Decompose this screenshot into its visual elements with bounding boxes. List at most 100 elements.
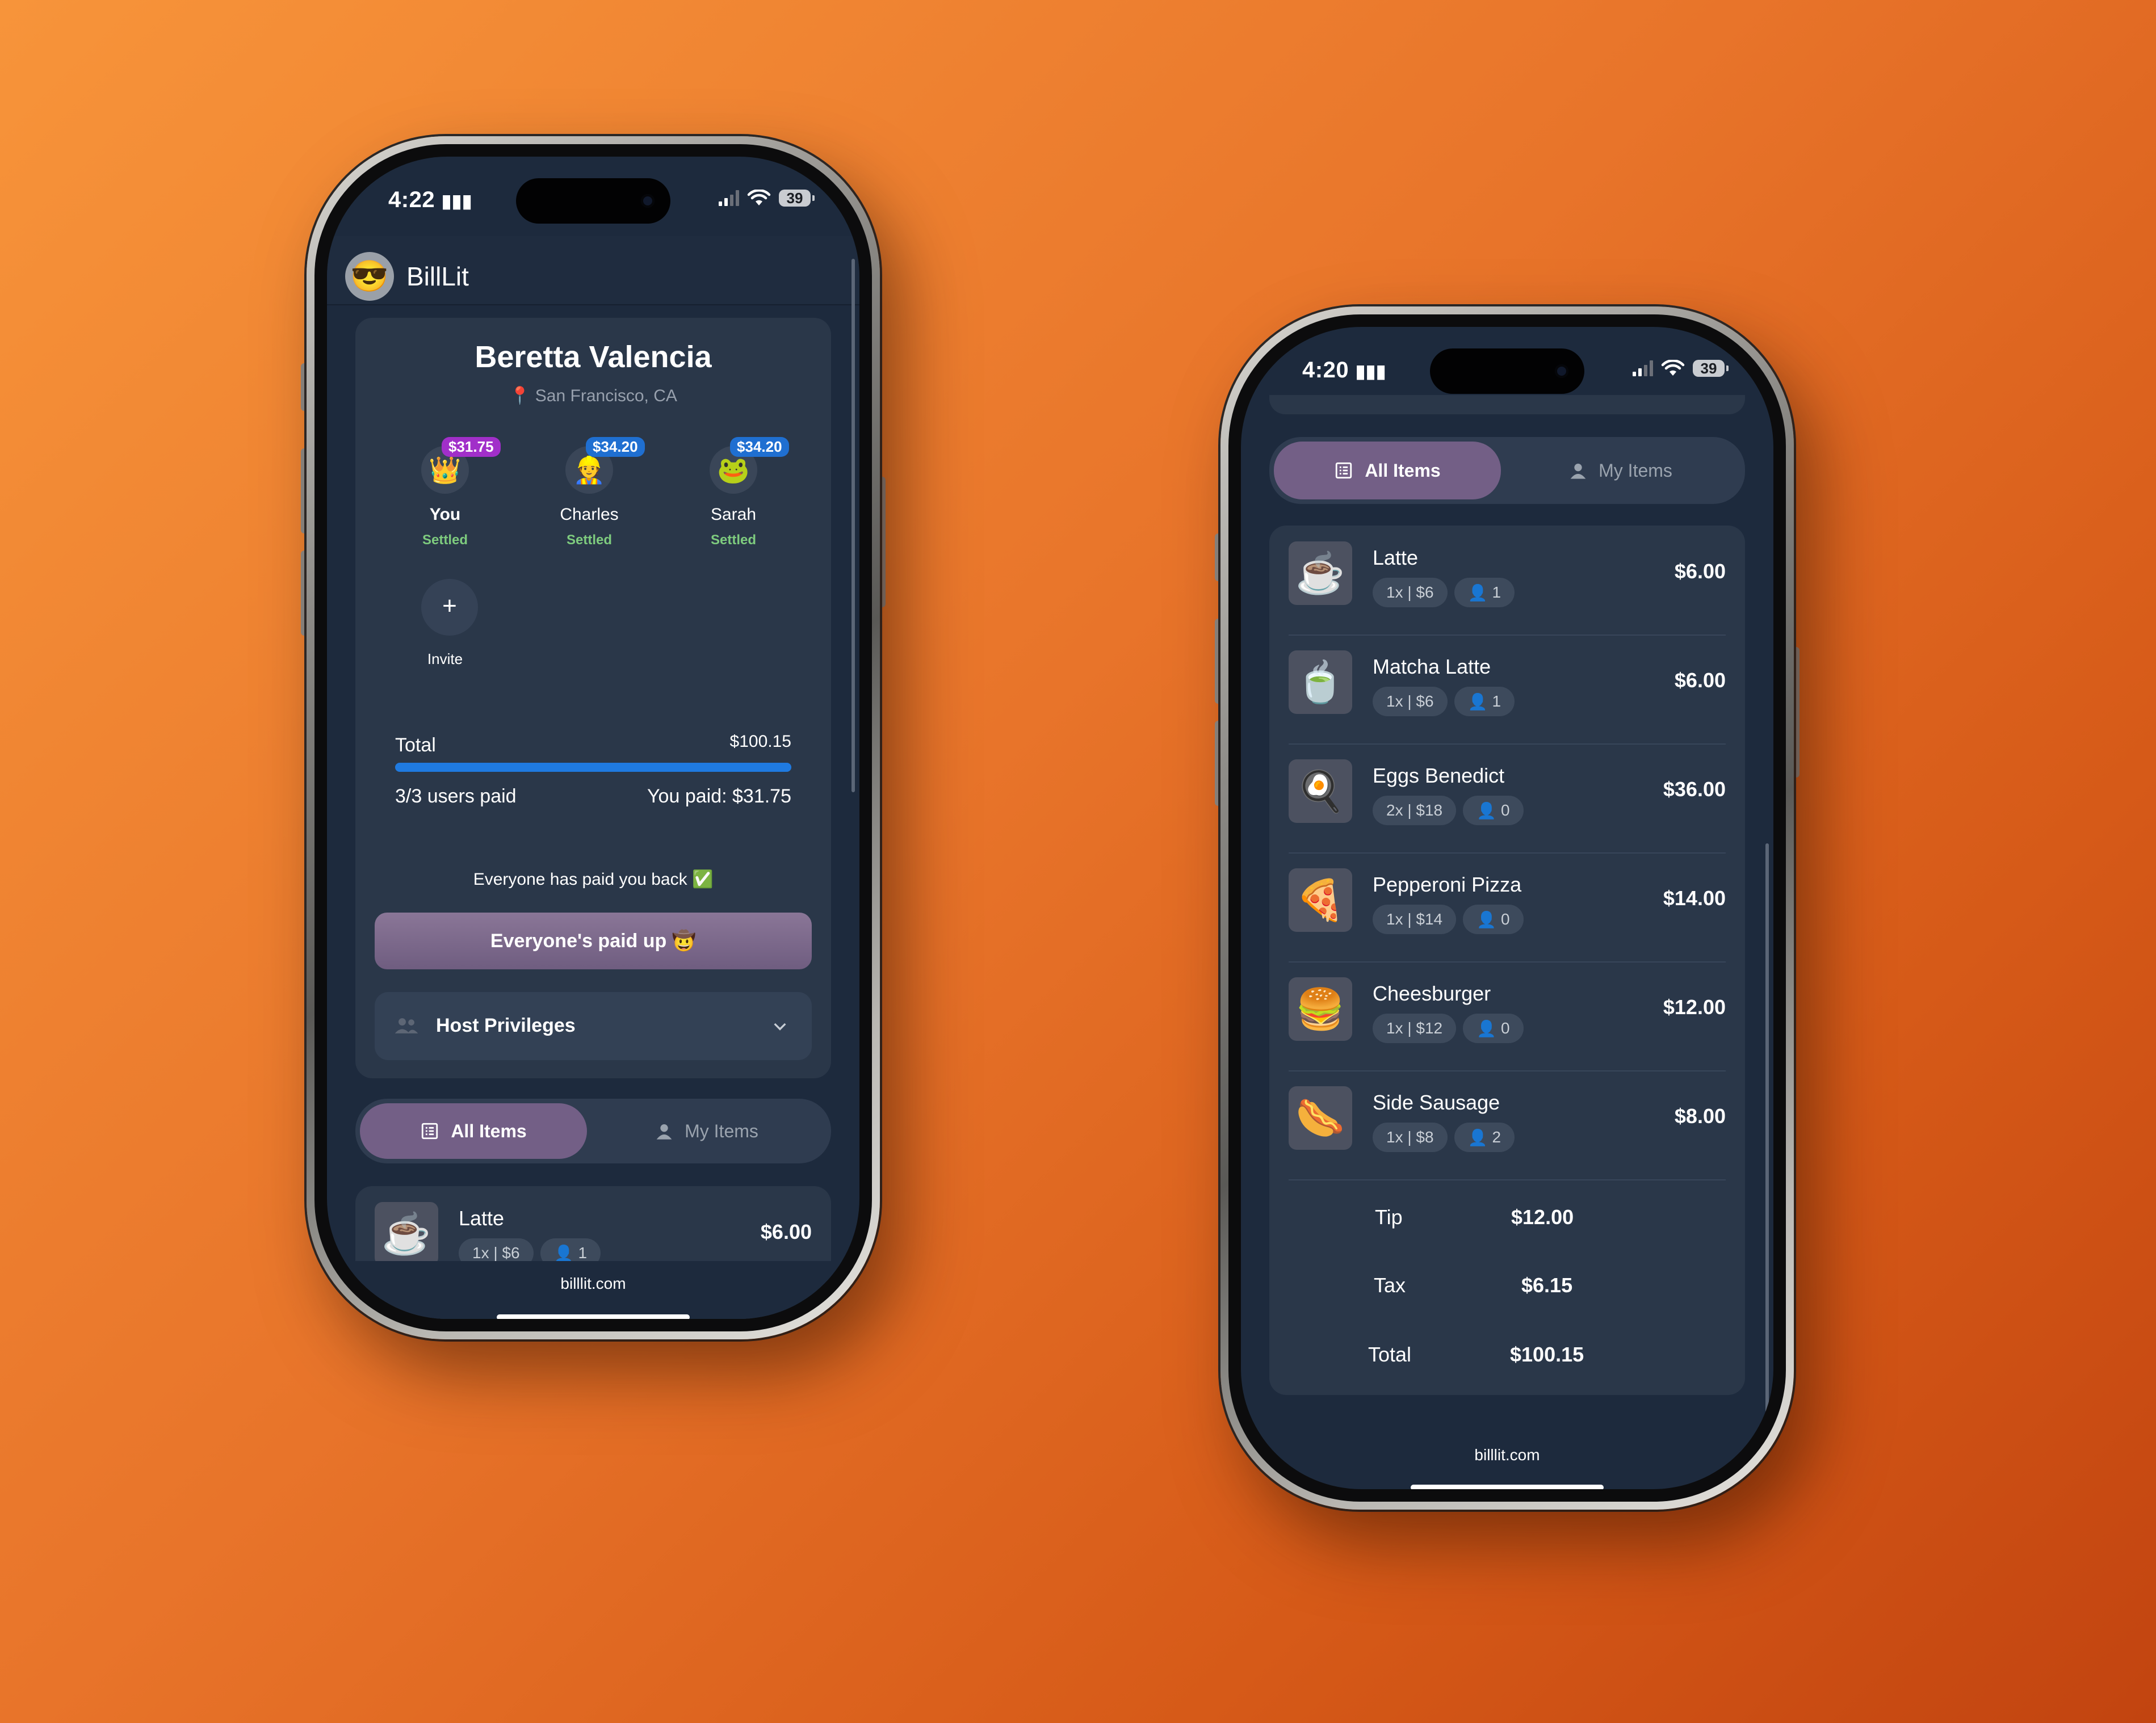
settled-status: Settled	[710, 532, 756, 548]
tip-row: Tip $12.00	[1269, 1205, 1745, 1239]
list-item[interactable]: ☕ Latte 1x | $6 👤 1 $6.00	[1289, 526, 1726, 636]
library-icon: ▮▮▮	[441, 191, 473, 211]
list-item[interactable]: 🌭 Side Sausage 1x | $8 👤 2 $8.00	[1289, 1070, 1726, 1180]
app-name: BillLit	[406, 262, 469, 291]
site-url[interactable]: billlit.com	[1241, 1446, 1773, 1464]
plus-icon: +	[421, 579, 478, 636]
phone-left: 4:22 ▮▮▮ 39 😎 BillLit Beretta Valencia 📍…	[301, 136, 886, 1339]
person-icon: 👤	[1467, 1128, 1488, 1146]
invite-label: Invite	[427, 650, 463, 667]
settled-status: Settled	[422, 532, 468, 548]
item-price: $14.00	[1663, 886, 1726, 910]
tab-my-items[interactable]: My Items	[1501, 442, 1740, 499]
assigned-people-chip[interactable]: 👤 1	[1454, 578, 1515, 607]
item-name: Latte	[1373, 546, 1419, 569]
total-row: Total $100.15	[1269, 1343, 1745, 1377]
item-price: $36.00	[1663, 778, 1726, 801]
participant-name: Sarah	[710, 505, 757, 524]
tax-label: Tax	[1374, 1274, 1406, 1297]
settled-status: Settled	[566, 532, 612, 548]
list-item[interactable]: 🍔 Cheesburger 1x | $12 👤 0 $12.00	[1289, 961, 1726, 1071]
status-time: 4:22 ▮▮▮	[388, 187, 473, 212]
amount-badge: $34.20	[586, 437, 645, 457]
browser-bottom-bar: billlit.com	[327, 1261, 859, 1319]
person-icon	[656, 1124, 672, 1140]
assigned-people-chip[interactable]: 👤 0	[1463, 905, 1524, 934]
wifi-icon	[1661, 360, 1685, 376]
host-privileges-label: Host Privileges	[436, 1015, 576, 1036]
home-indicator[interactable]	[1411, 1485, 1604, 1489]
list-item[interactable]: 🍳 Eggs Benedict 2x | $18 👤 0 $36.00	[1289, 743, 1726, 854]
status-bar: 4:20 ▮▮▮ 39	[1241, 354, 1773, 390]
home-indicator[interactable]	[497, 1314, 690, 1319]
tax-value: $6.15	[1521, 1274, 1573, 1297]
quantity-chip: 1x | $6	[1373, 578, 1448, 607]
list-icon	[422, 1123, 438, 1140]
item-price: $6.00	[1674, 669, 1726, 692]
quantity-chip: 1x | $14	[1373, 905, 1457, 934]
tab-my-items[interactable]: My Items	[587, 1103, 827, 1159]
tab-all-items[interactable]: All Items	[360, 1103, 587, 1159]
list-icon	[1336, 462, 1352, 479]
payment-progress-track	[395, 763, 791, 772]
item-name: Matcha Latte	[1373, 655, 1491, 678]
item-image: ☕	[375, 1202, 438, 1266]
location-pin-icon: 📍	[509, 386, 531, 405]
site-url[interactable]: billlit.com	[327, 1275, 859, 1293]
total-label: Total	[395, 734, 436, 756]
quantity-chip: 1x | $12	[1373, 1014, 1457, 1043]
total-value: $100.15	[1510, 1343, 1584, 1366]
tip-label: Tip	[1375, 1205, 1403, 1229]
list-item[interactable]: 🍵 Matcha Latte 1x | $6 👤 1 $6.00	[1289, 634, 1726, 745]
item-name: Cheesburger	[1373, 982, 1491, 1005]
items-card: ☕ Latte 1x | $6 👤 1 $6.00 🍵 Matcha Latte …	[1269, 526, 1745, 1395]
person-icon	[1570, 464, 1586, 479]
tax-row: Tax $6.15	[1269, 1274, 1745, 1308]
items-tab-bar: All Items My Items	[355, 1099, 831, 1163]
person-icon: 👤	[1467, 583, 1488, 602]
status-time: 4:20 ▮▮▮	[1302, 358, 1387, 383]
scrollbar[interactable]	[1765, 843, 1769, 1428]
item-image: 🌭	[1289, 1086, 1352, 1150]
item-price: $12.00	[1663, 995, 1726, 1019]
quantity-chip: 2x | $18	[1373, 796, 1457, 825]
item-image: 🍕	[1289, 868, 1352, 932]
item-image: 🍵	[1289, 650, 1352, 714]
item-image: 🍔	[1289, 977, 1352, 1041]
person-icon: 👤	[1477, 1019, 1496, 1037]
scrollbar[interactable]	[852, 259, 855, 792]
participant-name: Charles	[560, 505, 619, 524]
person-icon: 👤	[1477, 801, 1496, 820]
wifi-icon	[747, 190, 771, 205]
assigned-people-chip[interactable]: 👤 0	[1463, 796, 1524, 825]
previous-card-edge	[1269, 395, 1745, 414]
battery-indicator: 39	[1693, 360, 1729, 377]
paid-back-message: Everyone has paid you back ✅	[473, 870, 714, 889]
participant-name: You	[429, 505, 461, 524]
phone-right: 4:20 ▮▮▮ 39 All Items My Items ☕ Latte 1…	[1215, 306, 1800, 1510]
person-icon: 👤	[553, 1244, 574, 1262]
list-item[interactable]: 🍕 Pepperoni Pizza 1x | $14 👤 0 $14.00	[1289, 852, 1726, 963]
phone-screen: 4:20 ▮▮▮ 39 All Items My Items ☕ Latte 1…	[1241, 327, 1773, 1489]
amount-badge: $31.75	[442, 437, 501, 457]
items-tab-bar: All Items My Items	[1269, 437, 1745, 504]
restaurant-location: 📍 San Francisco, CA	[509, 386, 677, 405]
assigned-people-chip[interactable]: 👤 2	[1454, 1123, 1515, 1152]
host-privileges-accordion[interactable]: Host Privileges	[375, 992, 812, 1060]
app-logo[interactable]: 😎	[345, 252, 394, 301]
item-name: Eggs Benedict	[1373, 764, 1505, 787]
total-value: $100.15	[729, 732, 791, 751]
chevron-down-icon	[774, 1023, 786, 1031]
phone-screen: 4:22 ▮▮▮ 39 😎 BillLit Beretta Valencia 📍…	[327, 157, 859, 1319]
person-icon: 👤	[1467, 692, 1488, 711]
everyones-paid-up-button[interactable]: Everyone's paid up 🤠	[375, 913, 812, 969]
tab-all-items[interactable]: All Items	[1274, 442, 1501, 499]
item-image: ☕	[1289, 541, 1352, 605]
item-image: 🍳	[1289, 759, 1352, 823]
assigned-people-chip[interactable]: 👤 0	[1463, 1014, 1524, 1043]
assigned-people-chip[interactable]: 👤 1	[1454, 687, 1515, 716]
item-name: Latte	[459, 1207, 505, 1230]
restaurant-name: Beretta Valencia	[475, 340, 712, 374]
item-name: Pepperoni Pizza	[1373, 873, 1522, 896]
total-label: Total	[1368, 1343, 1412, 1366]
